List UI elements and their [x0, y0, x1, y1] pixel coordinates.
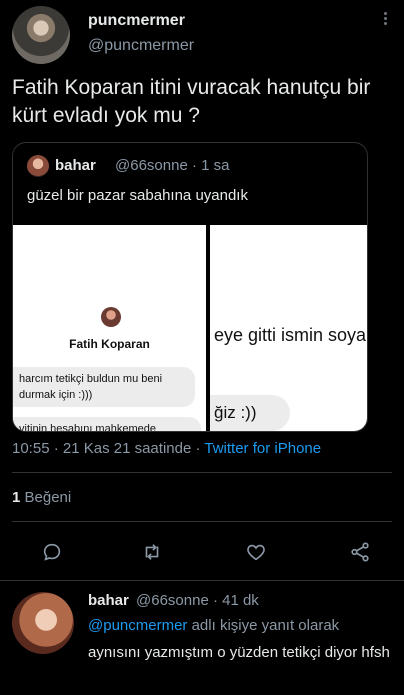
retweet-icon: [145, 544, 159, 560]
timestamp[interactable]: 10:55 · 21 Kas 21 saatinde ·: [12, 440, 200, 457]
contact-avatar: [101, 307, 121, 327]
quoted-media[interactable]: Fatih Koparan harcım tetikçi buldun mu b…: [13, 225, 367, 431]
screenshot-right: eye gitti ismin soya ğiz :)): [210, 225, 367, 431]
reply-author-handle[interactable]: @66sonne · 41 dk: [136, 592, 259, 609]
replying-to: @puncmermer adlı kişiye yanıt olarak: [88, 617, 339, 634]
replying-to-label: adlı kişiye yanıt olarak: [187, 617, 340, 634]
divider: [0, 580, 404, 581]
author-avatar[interactable]: [12, 6, 70, 64]
message-bubble: harcım tetikçi buldun mu beni durmak içi…: [13, 367, 195, 407]
message-text: eye gitti ismin soya: [214, 325, 367, 345]
author-handle[interactable]: @puncmermer: [88, 37, 194, 55]
tweet-text: Fatih Koparan itini vuracak hanutçu bir …: [12, 76, 371, 127]
like-button[interactable]: [240, 536, 272, 568]
heart-icon: [247, 544, 265, 561]
quoted-author-name: bahar: [55, 157, 96, 174]
message-bubble: ğiz :)): [210, 395, 290, 431]
screenshot-left: Fatih Koparan harcım tetikçi buldun mu b…: [13, 225, 206, 431]
divider: [12, 521, 392, 522]
likes-label: Beğeni: [24, 489, 72, 506]
share-button[interactable]: [344, 536, 376, 568]
tweet-meta: 10:55 · 21 Kas 21 saatinde · Twitter for…: [12, 440, 321, 457]
reply-icon: [43, 543, 61, 561]
share-icon: [351, 542, 369, 562]
likes-number: 1: [12, 489, 21, 506]
quoted-tweet[interactable]: bahar @66sonne · 1 sa güzel bir pazar sa…: [12, 142, 368, 432]
action-bar: [0, 536, 404, 568]
message-bubble: vitinin hesabını mahkemede eceksin ve ha…: [13, 417, 201, 431]
quoted-tweet-text: güzel bir pazar sabahına uyandık: [27, 187, 248, 204]
reply-text: aynısını yazmıştım o yüzden tetikçi diyo…: [88, 644, 390, 661]
reply-author-avatar[interactable]: [12, 592, 74, 654]
likes-count[interactable]: 1 Beğeni: [12, 489, 71, 506]
contact-name: Fatih Koparan: [69, 337, 150, 351]
source-link[interactable]: Twitter for iPhone: [204, 440, 321, 457]
reply-author-name[interactable]: bahar: [88, 592, 129, 609]
author-name[interactable]: puncmermer: [88, 12, 185, 30]
divider: [12, 472, 392, 473]
more-options-icon[interactable]: [380, 10, 390, 30]
mention-link[interactable]: @puncmermer: [88, 617, 187, 634]
quoted-author-avatar: [27, 155, 49, 177]
retweet-button[interactable]: [136, 536, 168, 568]
reply-button[interactable]: [36, 536, 68, 568]
quoted-author-handle: @66sonne · 1 sa: [115, 157, 230, 174]
